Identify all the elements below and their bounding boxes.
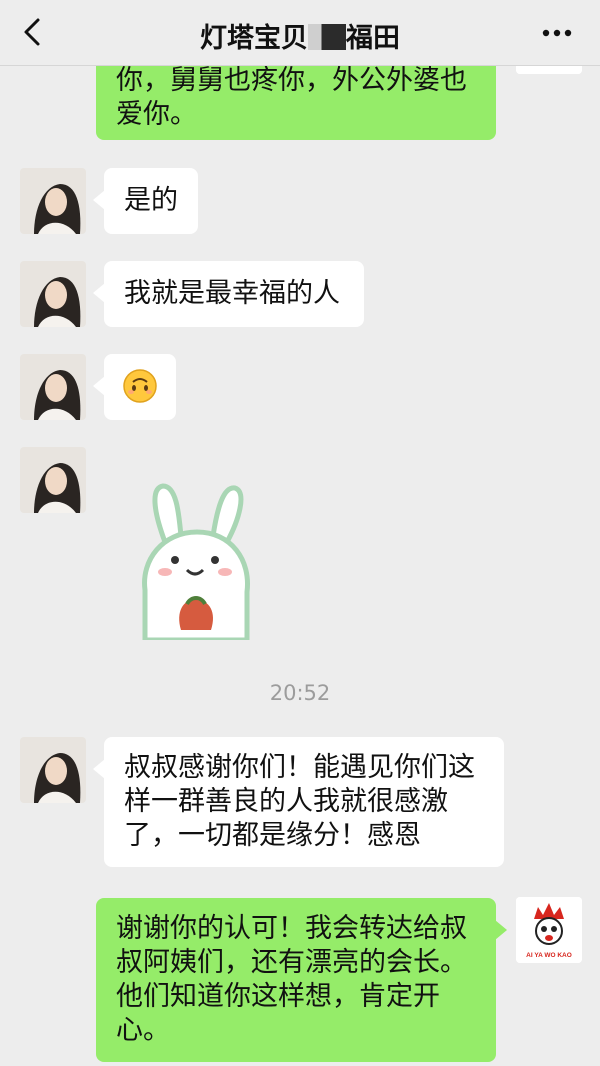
ellipsis-icon xyxy=(542,29,572,37)
bunny-sticker-icon xyxy=(142,483,250,643)
message-text: 是的 xyxy=(124,185,178,216)
logo-text: AI YA WO KAO xyxy=(526,952,572,959)
contact-avatar[interactable] xyxy=(20,168,86,234)
message-bubble-outgoing[interactable]: 谢谢你的认可！我会转达给叔叔阿姨们，还有漂亮的会长。他们知道你这样想，肯定开心。 xyxy=(96,898,507,1062)
chat-title-part2: 福田 xyxy=(346,23,400,54)
contact-avatar[interactable] xyxy=(20,354,86,420)
portrait-icon xyxy=(20,737,86,803)
message-text: 我就是最幸福的人 xyxy=(124,278,340,309)
portrait-icon xyxy=(20,168,86,234)
message-bubble-incoming[interactable]: 叔叔感谢你们！能遇见你们这样一群善良的人我就很感激了，一切都是缘分！感恩 xyxy=(93,737,504,867)
chat-header: 灯塔宝贝 福田 xyxy=(0,0,600,66)
chat-title: 灯塔宝贝 福田 xyxy=(0,16,600,55)
message-bubble-incoming[interactable]: 我就是最幸福的人 xyxy=(93,261,364,327)
contact-avatar[interactable] xyxy=(20,737,86,803)
portrait-icon xyxy=(20,354,86,420)
message-text: 谢谢你的认可！我会转达给叔叔阿姨们，还有漂亮的会长。他们知道你这样想，肯定开心。 xyxy=(116,913,467,1046)
chat-title-part1: 灯塔宝贝 xyxy=(200,23,308,54)
redaction-mark xyxy=(308,24,346,50)
logo-icon: AI YA WO KAO xyxy=(516,897,582,963)
message-text: 叔叔感谢你们！能遇见你们这样一群善良的人我就很感激了，一切都是缘分！感恩 xyxy=(124,752,475,851)
more-button[interactable] xyxy=(540,20,574,46)
message-text: 你，舅舅也疼你，外公外婆也爱你。 xyxy=(116,65,467,130)
contact-avatar[interactable] xyxy=(20,447,86,513)
own-avatar[interactable]: AI YA WO KAO xyxy=(516,897,582,963)
bunny-sticker[interactable] xyxy=(135,480,255,643)
message-timestamp: 20:52 xyxy=(269,681,331,705)
message-bubble-incoming[interactable] xyxy=(93,354,176,420)
portrait-icon xyxy=(20,447,86,513)
upside-down-smile-emoji-icon xyxy=(123,369,157,403)
chat-area: 你，舅舅也疼你，外公外婆也爱你。 是的 我就是最幸福的人 20:52 叔叔感谢你… xyxy=(0,0,600,1066)
message-bubble-incoming[interactable]: 是的 xyxy=(93,168,198,234)
contact-avatar[interactable] xyxy=(20,261,86,327)
portrait-icon xyxy=(20,261,86,327)
